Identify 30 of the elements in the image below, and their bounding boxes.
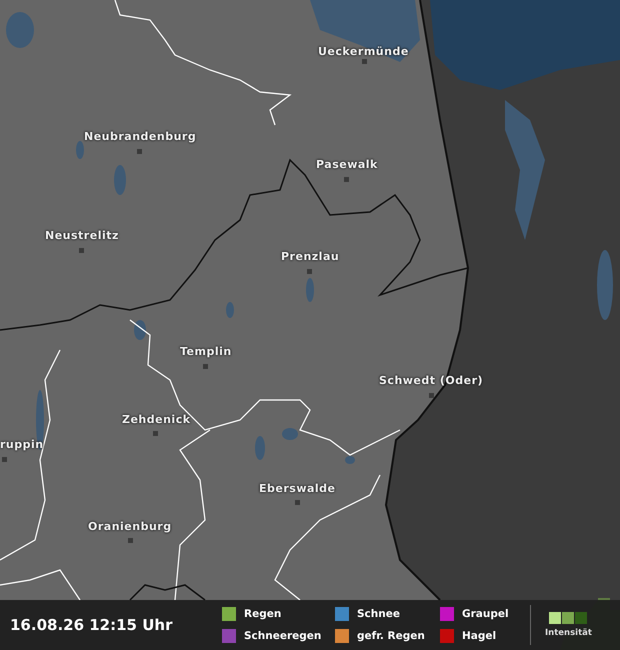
city-marker <box>362 59 367 64</box>
legend-label: Regen <box>244 608 282 620</box>
legend-label: gefr. Regen <box>357 630 425 642</box>
city-marker <box>203 364 208 369</box>
legend-label: Schnee <box>357 608 400 620</box>
city-marker <box>79 248 84 253</box>
city-marker <box>137 149 142 154</box>
timestamp: 16.08.26 12:15 Uhr <box>10 616 174 634</box>
city-label: Neustrelitz <box>45 229 119 242</box>
city-label: Zehdenick <box>122 413 191 426</box>
legend-label: Schneeregen <box>244 630 322 642</box>
city-marker <box>344 177 349 182</box>
city-label: Pasewalk <box>316 158 378 171</box>
city-label: Neubrandenburg <box>84 130 196 143</box>
intensity-label: Intensität <box>545 628 592 638</box>
city-marker <box>153 431 158 436</box>
city-marker <box>307 269 312 274</box>
city-label: ruppin <box>0 438 44 451</box>
city-marker <box>2 457 7 462</box>
city-label: Schwedt (Oder) <box>379 374 484 387</box>
city-label: Oranienburg <box>88 520 172 533</box>
city-label: Ueckermünde <box>318 45 409 58</box>
legend-label: Hagel <box>462 630 496 642</box>
legend-label: Graupel <box>462 608 509 620</box>
city-label: Templin <box>180 345 232 358</box>
city-label: Prenzlau <box>281 250 340 263</box>
city-marker <box>295 500 300 505</box>
city-marker <box>128 538 133 543</box>
city-marker <box>429 393 434 398</box>
city-label: Eberswalde <box>259 482 336 495</box>
